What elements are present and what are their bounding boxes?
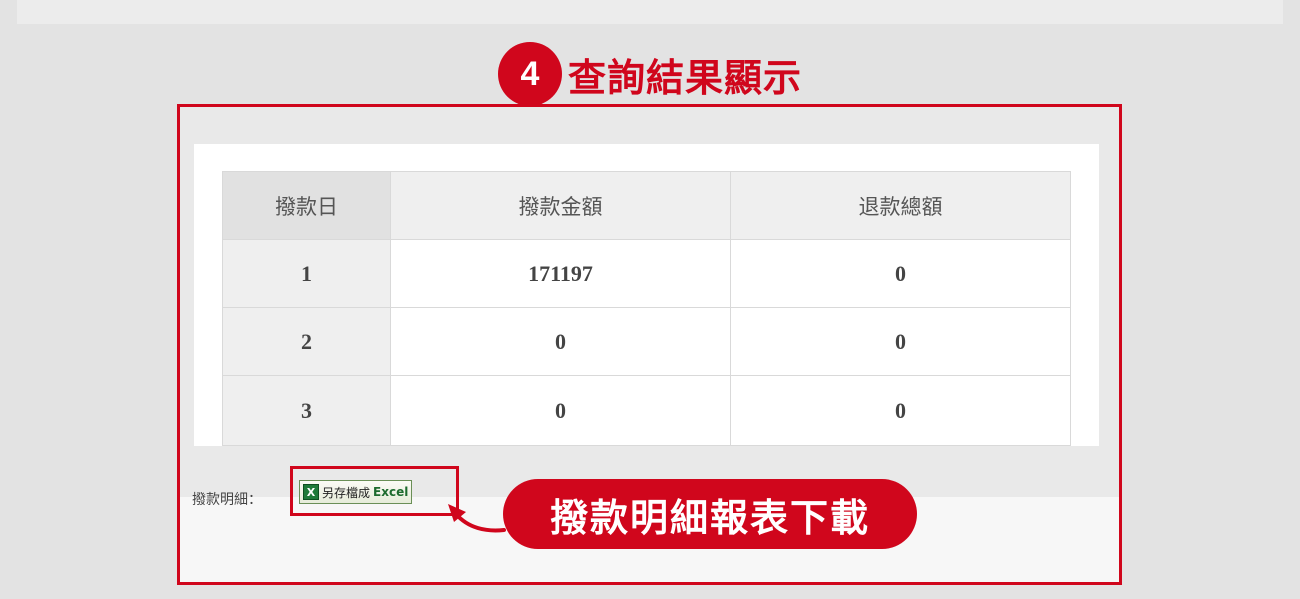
table-row: 3 0 0	[222, 375, 1071, 446]
table-cell-day: 3	[222, 375, 391, 446]
table-cell-amount: 0	[390, 307, 731, 376]
table-cell-refund: 0	[730, 375, 1071, 446]
top-strip	[17, 0, 1283, 24]
save-as-excel-button[interactable]: X 另存檔成 Excel	[299, 480, 413, 504]
column-header-refund-total: 退款總額	[730, 171, 1071, 240]
table-cell-day: 2	[222, 307, 391, 376]
step-number-badge: 4	[498, 42, 562, 117]
result-highlight-frame: 撥款日 撥款金額 退款總額 1 171197 0 2 0 0 3 0 0 撥款明…	[177, 104, 1122, 585]
excel-icon: X	[303, 484, 319, 500]
download-callout: 撥款明細報表下載	[503, 479, 917, 549]
results-table: 撥款日 撥款金額 退款總額 1 171197 0 2 0 0 3 0 0	[222, 171, 1071, 446]
table-row: 1 171197 0	[222, 239, 1071, 308]
table-cell-day: 1	[222, 239, 391, 308]
table-cell-amount: 171197	[390, 239, 731, 308]
detail-label: 撥款明細：	[192, 492, 262, 508]
column-header-disbursement-day: 撥款日	[222, 171, 391, 240]
step-heading: 4 查詢結果顯示	[498, 42, 803, 117]
table-cell-refund: 0	[730, 307, 1071, 376]
step-title: 查詢結果顯示	[568, 55, 803, 100]
excel-highlight-box: X 另存檔成 Excel	[290, 466, 459, 516]
table-cell-refund: 0	[730, 239, 1071, 308]
table-cell-amount: 0	[390, 375, 731, 446]
excel-button-word: Excel	[373, 485, 409, 499]
results-panel: 撥款日 撥款金額 退款總額 1 171197 0 2 0 0 3 0 0	[180, 107, 1119, 497]
table-header-row: 撥款日 撥款金額 退款總額	[222, 171, 1071, 240]
table-row: 2 0 0	[222, 307, 1071, 376]
callout-arrow-icon	[448, 504, 506, 533]
results-card: 撥款日 撥款金額 退款總額 1 171197 0 2 0 0 3 0 0	[194, 144, 1099, 446]
excel-button-label: 另存檔成	[322, 485, 371, 500]
column-header-disbursement-amount: 撥款金額	[390, 171, 731, 240]
